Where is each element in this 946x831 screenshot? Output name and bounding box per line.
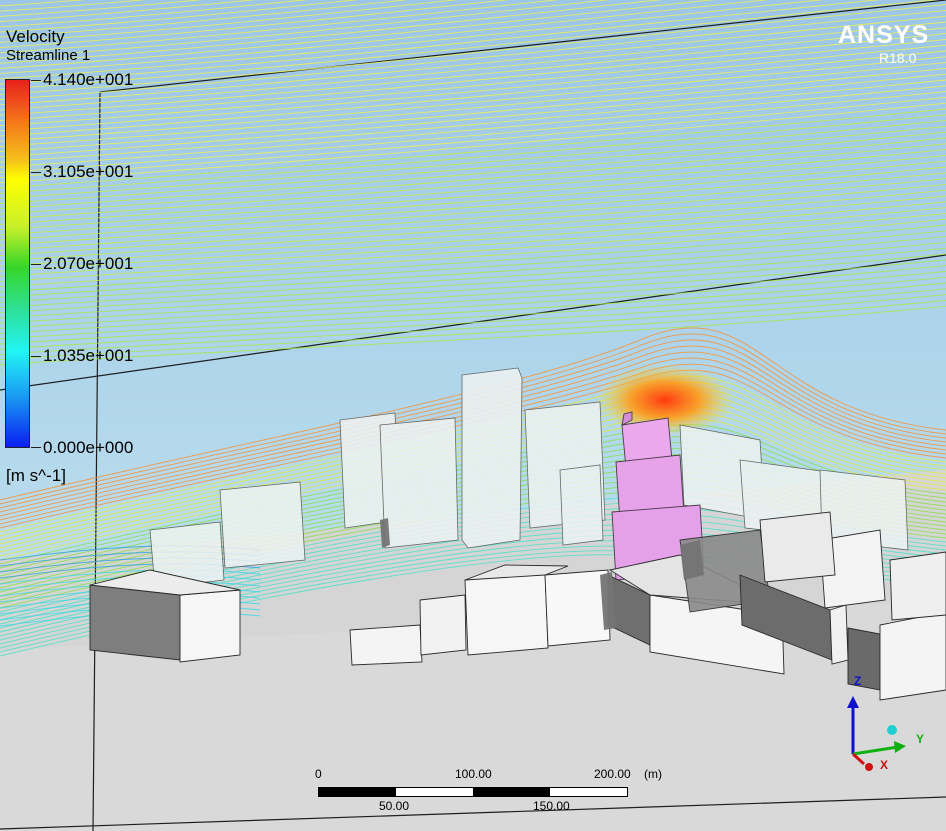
scale-label-150: 150.00 <box>533 799 570 813</box>
legend-unit: [m s^-1] <box>6 466 66 485</box>
colorbar-tick <box>31 447 41 448</box>
colorbar-label: 3.105e+001 <box>43 162 134 181</box>
scale-bar: 0 100.00 200.00 (m) 50.00 150.00 <box>310 766 670 816</box>
colorbar-label: 2.070e+001 <box>43 254 134 273</box>
colorbar-tick <box>31 356 41 357</box>
scale-segment <box>473 788 550 796</box>
colorbar-tick <box>31 172 41 173</box>
version-label: R18.0 <box>879 50 917 66</box>
colorbar-label-max: 4.140e+001 <box>43 70 134 89</box>
scale-label-200: 200.00 <box>594 767 631 781</box>
scale-unit: (m) <box>644 767 662 781</box>
velocity-colorbar[interactable] <box>5 79 30 448</box>
colorbar-label: 1.035e+001 <box>43 346 134 365</box>
scale-label-50: 50.00 <box>379 799 410 813</box>
scale-segment <box>319 788 396 796</box>
scale-label-0: 0 <box>315 767 322 781</box>
axis-z-label: Z <box>854 674 862 688</box>
axis-triad-graphic <box>847 696 906 771</box>
colorbar-tick <box>31 80 41 81</box>
scale-bar-segments <box>318 787 628 797</box>
scale-segment <box>550 788 627 796</box>
axis-x-label: X <box>880 758 889 772</box>
scale-label-100: 100.00 <box>455 767 492 781</box>
scale-segment <box>396 788 473 796</box>
legend-title: Velocity <box>6 27 65 46</box>
ansys-logo: ANSYS <box>838 21 930 49</box>
3d-viewport[interactable] <box>0 0 946 831</box>
axis-y-label: Y <box>916 732 925 746</box>
colorbar-label-min: 0.000e+000 <box>43 438 134 457</box>
colorbar-tick <box>31 264 41 265</box>
axis-triad[interactable]: Z Y X <box>836 672 936 772</box>
legend-subtitle: Streamline 1 <box>6 47 91 64</box>
